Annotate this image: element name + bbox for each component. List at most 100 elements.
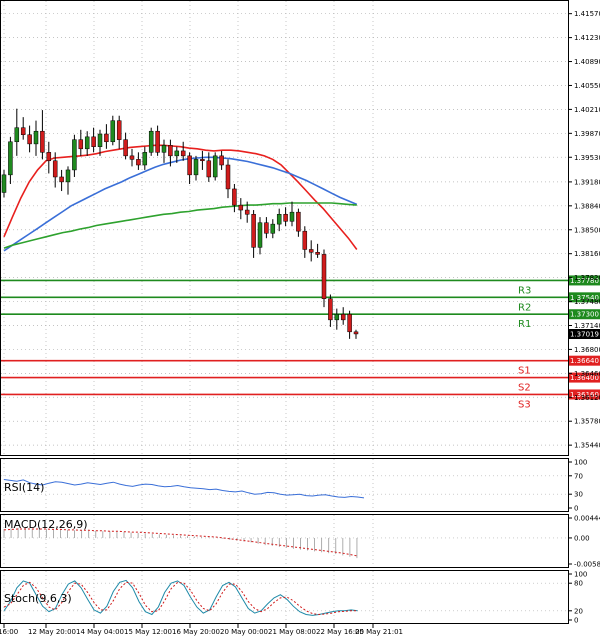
candle-body [340, 313, 346, 321]
ind-y-tick-label: 80 [574, 580, 583, 588]
y-tick-label: 1.37140 [574, 322, 600, 330]
candle-body [52, 160, 58, 178]
y-tick-label: 1.41570 [574, 10, 600, 18]
candle-body [238, 204, 244, 211]
candle-body [168, 145, 173, 157]
candle-body [200, 159, 205, 162]
ind-y-tick-label: 100 [574, 459, 587, 467]
level-label-r2: R2 [518, 302, 531, 313]
candle-body [161, 145, 167, 153]
rsi-label: RSI(14) [4, 481, 44, 494]
candle-body [321, 254, 327, 299]
y-tick-label: 1.38500 [574, 226, 600, 234]
ind-y-tick-label: 0 [574, 505, 578, 513]
y-tick-label: 1.40210 [574, 106, 600, 114]
price-axis: 1.41570 1.41230 1.40890 1.40550 1.40210 1.398… [568, 10, 600, 450]
candle-body [97, 133, 103, 147]
candle-body [27, 134, 32, 145]
candle-body [257, 222, 263, 248]
ind-y-tick-label: 70 [574, 472, 583, 480]
candle-body [244, 209, 250, 215]
candle-body [136, 159, 141, 166]
forex-chart: 1.37780R31.37540R21.37300R11.36640S11.36… [0, 0, 600, 636]
y-tick-label: 1.40550 [574, 82, 600, 90]
candle-body [289, 211, 295, 222]
level-label-s2: S2 [518, 383, 531, 394]
level-label-r3: R3 [518, 285, 531, 296]
x-tick-label: 21 May 08:00 [268, 628, 316, 636]
ind-y-tick-label: 100 [574, 571, 587, 579]
y-tick-label: 1.36800 [574, 346, 600, 354]
candle-body [187, 155, 192, 176]
current-price-label: 1.37019 [570, 331, 599, 339]
candle-body [104, 133, 109, 143]
candle-body [72, 139, 77, 171]
y-tick-label: 1.35440 [574, 442, 600, 450]
candle-body [347, 313, 352, 333]
ind-y-tick-label: 30 [574, 491, 583, 499]
x-tick-label: 25 May 21:01 [355, 628, 403, 636]
y-tick-label: 1.41230 [574, 34, 600, 42]
candle-body [308, 249, 314, 253]
candle-body [232, 188, 237, 206]
candle-body [302, 230, 308, 250]
candle-body [174, 150, 180, 157]
candle-body [84, 136, 90, 150]
x-tick-label: 15 May 12:00 [124, 628, 172, 636]
candle-body [46, 152, 52, 162]
time-axis: 16:00 12 May 20:00 14 May 04:00 15 May 12:0… [0, 624, 403, 636]
candle-body [193, 159, 199, 176]
candle-body [20, 127, 26, 135]
candle-body [116, 120, 122, 140]
ind-y-tick-label: 0 [574, 617, 578, 625]
ind-y-tick-label: 0.00 [574, 534, 590, 542]
candle-body [283, 214, 288, 222]
candle-body [353, 331, 359, 335]
ind-y-tick-label: 20 [574, 607, 583, 615]
y-tick-label: 1.36120 [574, 394, 600, 402]
y-tick-label: 1.37820 [574, 274, 600, 282]
y-tick-label: 1.36460 [574, 370, 600, 378]
candle-body [148, 130, 154, 153]
candle-body [14, 127, 20, 143]
candle-body [59, 176, 64, 183]
level-label-s1: S1 [518, 366, 531, 377]
candle-body [65, 169, 71, 183]
y-tick-label: 1.39530 [574, 154, 600, 162]
y-tick-label: 1.38160 [574, 250, 600, 258]
level-label-s3: S3 [518, 399, 531, 410]
candle-body [251, 214, 256, 248]
candle-body [334, 313, 340, 321]
candle-body [8, 141, 13, 176]
y-tick-label: 1.38840 [574, 202, 600, 210]
candle-body [155, 130, 160, 153]
candle-body [296, 211, 301, 232]
y-tick-label: 1.40890 [574, 58, 600, 66]
candle-body [33, 130, 39, 145]
candle-body [315, 252, 320, 255]
stoch-label: Stoch(9,6,3) [4, 592, 72, 605]
x-tick-label: 16:00 [0, 628, 18, 636]
candle-body [123, 139, 128, 157]
x-tick-label: 12 May 20:00 [28, 628, 76, 636]
y-tick-label: 1.39870 [574, 130, 600, 138]
candle-body [78, 139, 84, 150]
rsi-panel [0, 458, 569, 512]
candle-body [270, 223, 276, 234]
candle-body [225, 164, 231, 190]
candle-body [91, 136, 96, 147]
candle-body [40, 130, 45, 153]
candle-body [206, 160, 212, 178]
candle-body [142, 152, 148, 166]
level-price-label: 1.37300 [570, 311, 599, 319]
x-tick-label: 14 May 04:00 [76, 628, 124, 636]
candle-body [328, 298, 333, 321]
candle-body [129, 155, 135, 160]
candle-body [219, 155, 224, 166]
x-tick-label: 20 May 00:00 [220, 628, 268, 636]
candle-body [264, 222, 269, 234]
level-label-r1: R1 [518, 319, 531, 330]
level-price-label: 1.36640 [570, 357, 599, 365]
y-tick-label: 1.39180 [574, 178, 600, 186]
ind-y-tick-label: -0.005809 [574, 561, 600, 569]
